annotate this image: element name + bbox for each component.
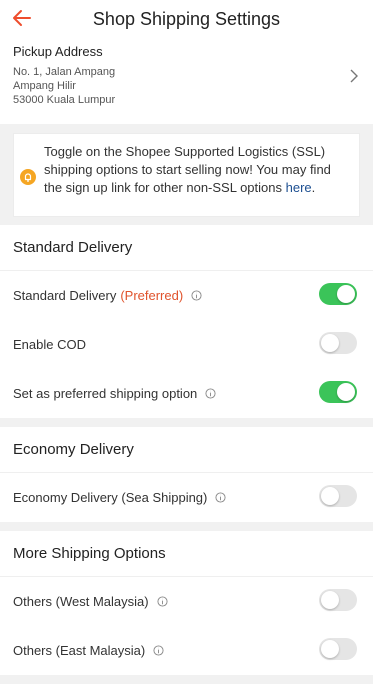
enable-cod-row: Enable COD — [0, 320, 373, 369]
address-line-2: Ampang Hilir — [13, 80, 76, 92]
others-east-row: Others (East Malaysia) — [0, 626, 373, 675]
economy-delivery-heading: Economy Delivery — [0, 427, 373, 473]
economy-delivery-row: Economy Delivery (Sea Shipping) — [0, 473, 373, 522]
standard-delivery-heading: Standard Delivery — [0, 225, 373, 271]
more-shipping-section: More Shipping Options Others (West Malay… — [0, 531, 373, 675]
preferred-option-row: Set as preferred shipping option — [0, 369, 373, 418]
info-icon[interactable] — [153, 645, 164, 656]
standard-delivery-label: Standard Delivery — [13, 288, 117, 303]
info-icon[interactable] — [191, 290, 202, 301]
section-divider — [0, 522, 373, 531]
enable-cod-toggle[interactable] — [319, 332, 357, 354]
others-west-toggle[interactable] — [319, 589, 357, 611]
section-divider — [0, 418, 373, 427]
info-icon[interactable] — [157, 596, 168, 607]
toggle-knob — [321, 591, 339, 609]
pickup-address-label: Pickup Address — [13, 44, 103, 59]
standard-delivery-section: Standard Delivery Standard Delivery (Pre… — [0, 225, 373, 418]
enable-cod-label: Enable COD — [13, 337, 86, 352]
top-bar: Shop Shipping Settings — [0, 0, 373, 38]
bell-icon — [20, 169, 36, 185]
more-shipping-heading: More Shipping Options — [0, 531, 373, 577]
others-west-label: Others (West Malaysia) — [13, 594, 149, 609]
toggle-knob — [337, 285, 355, 303]
ssl-notice: Toggle on the Shopee Supported Logistics… — [13, 133, 360, 217]
economy-delivery-label: Economy Delivery (Sea Shipping) — [13, 490, 208, 505]
arrow-left-icon[interactable] — [10, 6, 34, 30]
others-east-toggle[interactable] — [319, 638, 357, 660]
toggle-knob — [321, 487, 339, 505]
economy-delivery-section: Economy Delivery Economy Delivery (Sea S… — [0, 427, 373, 522]
toggle-knob — [321, 334, 339, 352]
chevron-right-icon — [350, 69, 358, 83]
preferred-option-label: Set as preferred shipping option — [13, 386, 198, 401]
notice-wrapper: Toggle on the Shopee Supported Logistics… — [0, 124, 373, 225]
pickup-address-row[interactable]: Pickup Address No. 1, Jalan Ampang Ampan… — [0, 38, 373, 124]
standard-delivery-toggle[interactable] — [319, 283, 357, 305]
notice-end: . — [311, 180, 316, 195]
info-icon[interactable] — [215, 492, 226, 503]
standard-delivery-row: Standard Delivery (Preferred) — [0, 271, 373, 320]
toggle-knob — [321, 640, 339, 658]
others-west-row: Others (West Malaysia) — [0, 577, 373, 626]
signup-link[interactable]: here — [286, 180, 312, 195]
info-icon[interactable] — [205, 388, 216, 399]
preferred-tag: (Preferred) — [120, 288, 184, 303]
address-line-3: 53000 Kuala Lumpur — [13, 94, 116, 106]
address-line-1: No. 1, Jalan Ampang — [13, 66, 116, 78]
toggle-knob — [337, 383, 355, 401]
page-title: Shop Shipping Settings — [92, 8, 281, 29]
preferred-option-toggle[interactable] — [319, 381, 357, 403]
economy-delivery-toggle[interactable] — [319, 485, 357, 507]
others-east-label: Others (East Malaysia) — [13, 643, 146, 658]
